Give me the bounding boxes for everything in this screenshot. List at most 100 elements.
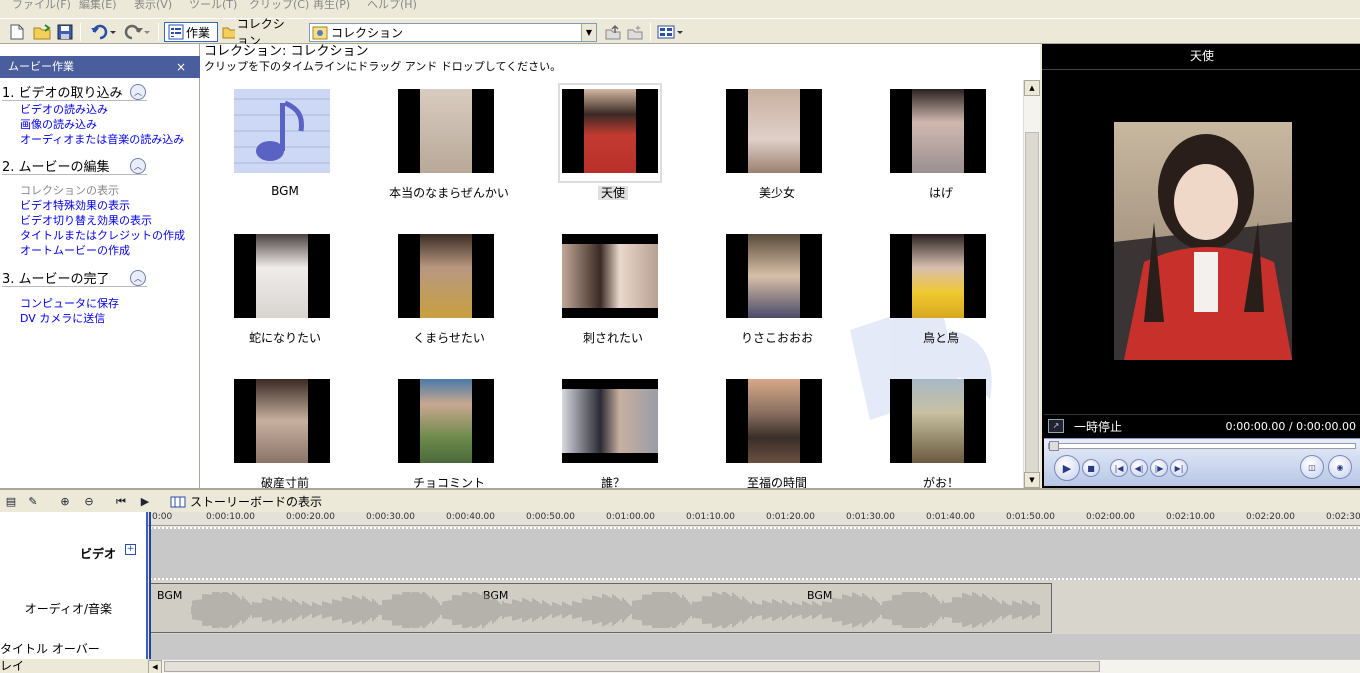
seek-handle[interactable] [1049,441,1059,451]
close-icon[interactable]: × [176,56,186,78]
thumbnail-view-icon [657,25,683,39]
collapse-chevron-icon[interactable]: ︿ [130,158,146,174]
clip-thumbnail-selected[interactable]: 天使 [548,80,662,210]
task-link-video-transitions[interactable]: ビデオ切り替え効果の表示 [20,212,152,228]
timeline-scrollbar[interactable]: ◀ [148,659,1360,673]
timeline-options-icon[interactable]: ▤ [2,493,20,510]
task-link-show-collections[interactable]: コレクションの表示 [20,182,119,198]
next-end-icon[interactable]: ▶| [1170,459,1188,477]
collapse-chevron-icon[interactable]: ︿ [130,270,146,286]
new-collection-folder-button[interactable] [626,22,644,42]
scroll-thumb[interactable] [164,661,1100,672]
chevron-down-icon[interactable]: ▼ [581,24,596,41]
timeline-ruler[interactable]: 0:00 0:00:10.00 0:00:20.00 0:00:30.00 0:… [148,512,1360,526]
menu-edit[interactable]: 編集(E) [79,0,117,12]
clip-thumbnail[interactable]: はげ [876,80,986,210]
task-link-save-to-computer[interactable]: コンピュータに保存 [20,295,119,311]
ruler-tick: 0:01:40.00 [926,512,976,522]
section-title[interactable]: 3. ムービーの完了 [2,268,110,287]
clip-thumbnail[interactable]: 誰？ [548,370,658,488]
open-project-button[interactable] [32,22,52,42]
menu-play[interactable]: 再生(P) [313,0,350,12]
clip-thumbnail[interactable]: 破産寸前 [220,370,330,488]
ruler-tick: 0:00:50.00 [526,512,576,522]
section-title[interactable]: 1. ビデオの取り込み [2,82,123,101]
task-link-import-pictures[interactable]: 画像の読み込み [20,116,97,132]
clip-thumbnail[interactable]: BGM [220,80,330,210]
redo-icon [124,24,150,40]
split-clip-icon[interactable]: ◫ [1300,455,1324,479]
play-timeline-icon[interactable]: ▶ [136,493,154,510]
clip-thumbnail[interactable]: くまらせたい [384,225,494,355]
clip-thumbnail[interactable]: 刺されたい [548,225,658,355]
clip-thumbnail[interactable]: 本当のなまらぜんかい [384,80,509,210]
previous-frame-icon[interactable]: ◀| [1130,459,1148,477]
menu-view[interactable]: 表示(V) [134,0,172,12]
ruler-tick: 0:00 [152,512,173,522]
task-link-video-effects[interactable]: ビデオ特殊効果の表示 [20,197,130,213]
take-picture-icon[interactable]: ◉ [1328,455,1352,479]
playback-controls: ▶ ■ |◀ ◀| |▶ ▶| ◫ ◉ [1044,438,1360,486]
clip-thumbnail[interactable]: 蛇になりたい [220,225,330,355]
redo-button[interactable] [122,22,152,42]
up-one-level-button[interactable] [604,22,622,42]
video-track[interactable] [150,527,1360,580]
collapse-chevron-icon[interactable]: ︿ [130,84,146,100]
menu-tools[interactable]: ツール(T) [189,0,237,12]
task-link-send-to-dv-camera[interactable]: DV カメラに送信 [20,310,105,326]
clip-thumbnail[interactable]: 鳥と鳥 [876,225,986,355]
task-link-titles-credits[interactable]: タイトルまたはクレジットの作成 [20,227,185,243]
task-link-automovie[interactable]: オートムービーの作成 [20,242,130,258]
clip-thumbnail[interactable]: 至福の時間 [712,370,822,488]
movie-tasks-title: ムービー作業 [8,60,74,73]
menu-file[interactable]: ファイル(F) [12,0,71,12]
up-level-icon [605,24,621,40]
undo-button[interactable] [88,22,118,42]
menu-help[interactable]: ヘルプ(H) [367,0,417,12]
movie-tasks-header: ムービー作業 × [0,56,200,78]
views-button[interactable] [656,22,684,42]
playback-indicator[interactable] [149,512,151,659]
open-folder-icon [33,24,51,40]
scroll-thumb[interactable] [1025,132,1039,492]
video-track-label: ビデオ [79,547,116,561]
ruler-tick: 0:01:00.00 [606,512,656,522]
next-frame-icon[interactable]: |▶ [1150,459,1168,477]
collection-scrollbar[interactable]: ▲ ▼ [1023,80,1040,492]
expand-plus-icon[interactable]: + [125,544,136,555]
task-link-import-video[interactable]: ビデオの読み込み [20,101,108,117]
previous-frame-start-icon[interactable]: |◀ [1110,459,1128,477]
collection-select[interactable]: コレクション ▼ [309,23,597,42]
audio-clip[interactable]: BGM BGM BGM [150,583,1052,633]
collections-button[interactable]: コレクション [222,17,298,48]
audio-track[interactable]: BGM BGM BGM [150,580,1360,634]
scroll-up-icon[interactable]: ▲ [1024,80,1040,96]
clip-label: 天使 [528,184,698,201]
storyboard-label: ストーリーボードの表示 [190,495,323,509]
play-icon[interactable]: ▶ [1054,455,1080,481]
audio-levels-icon[interactable]: ✎ [24,493,42,510]
save-project-button[interactable] [56,22,74,42]
tasks-button[interactable]: 作業 [164,22,218,42]
collection-select-value: コレクション [331,26,404,40]
clip-thumbnail[interactable]: 美少女 [712,80,822,210]
zoom-out-icon[interactable]: ⊖ [80,493,98,510]
menu-clip[interactable]: クリップ(C) [249,0,309,12]
clip-thumbnail[interactable]: がお！ [876,370,986,488]
task-link-import-audio[interactable]: オーディオまたは音楽の読み込み [20,131,184,147]
rewind-timeline-icon[interactable]: ⏮ [112,493,130,510]
section-title[interactable]: 2. ムービーの編集 [2,156,110,175]
audio-clip-label: BGM [157,589,183,602]
clip-thumbnail[interactable]: りさこおおお [712,225,822,355]
ruler-tick: 0:00:20.00 [286,512,336,522]
show-storyboard-button[interactable]: ストーリーボードの表示 [170,493,322,510]
stop-icon[interactable]: ■ [1082,459,1100,477]
title-overlay-track[interactable] [150,634,1360,659]
new-project-button[interactable] [8,22,26,42]
scroll-down-icon[interactable]: ▼ [1024,472,1040,488]
clip-thumbnail[interactable]: チョコミント [384,370,494,488]
fullscreen-icon[interactable]: ↗ [1048,419,1064,433]
scroll-left-icon[interactable]: ◀ [148,660,162,673]
zoom-in-icon[interactable]: ⊕ [56,493,74,510]
seek-bar[interactable] [1048,441,1356,451]
